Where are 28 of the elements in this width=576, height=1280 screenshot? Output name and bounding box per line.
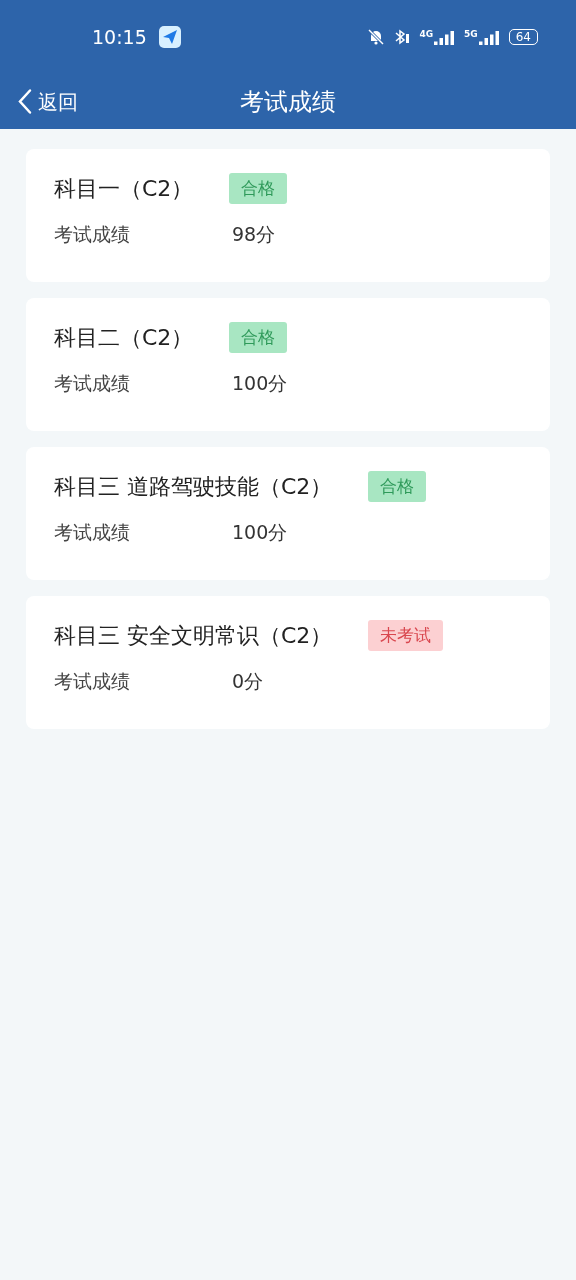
- back-button[interactable]: 返回: [0, 88, 78, 115]
- battery-level: 64: [508, 29, 538, 45]
- status-badge: 合格: [229, 173, 288, 204]
- page-title: 考试成绩: [240, 86, 336, 118]
- muted-bell-icon: [367, 28, 386, 46]
- paper-plane-icon: [158, 26, 181, 48]
- network-label: 4G: [419, 29, 434, 39]
- network-label: 5G: [464, 29, 478, 39]
- score-label: 考试成绩: [54, 222, 131, 247]
- status-time: 10:15: [92, 26, 147, 48]
- status-badge: 合格: [229, 322, 288, 353]
- bluetooth-icon: [393, 28, 412, 46]
- subject-title: 科目三 道路驾驶技能（C2）: [54, 472, 333, 501]
- score-value: 0分: [232, 669, 264, 694]
- score-label: 考试成绩: [54, 669, 131, 694]
- score-label: 考试成绩: [54, 520, 131, 545]
- score-value: 100分: [232, 520, 288, 545]
- score-value: 98分: [232, 222, 276, 247]
- score-value: 100分: [232, 371, 288, 396]
- status-badge: 合格: [368, 471, 427, 502]
- status-badge: 未考试: [368, 620, 444, 651]
- chevron-left-icon: [18, 88, 32, 115]
- score-label: 考试成绩: [54, 371, 131, 396]
- signal-icon: [434, 29, 457, 45]
- subject-title: 科目二（C2）: [54, 323, 194, 352]
- signal-icon: [478, 29, 501, 45]
- subject-title: 科目三 安全文明常识（C2）: [54, 621, 333, 650]
- subject-title: 科目一（C2）: [54, 174, 194, 203]
